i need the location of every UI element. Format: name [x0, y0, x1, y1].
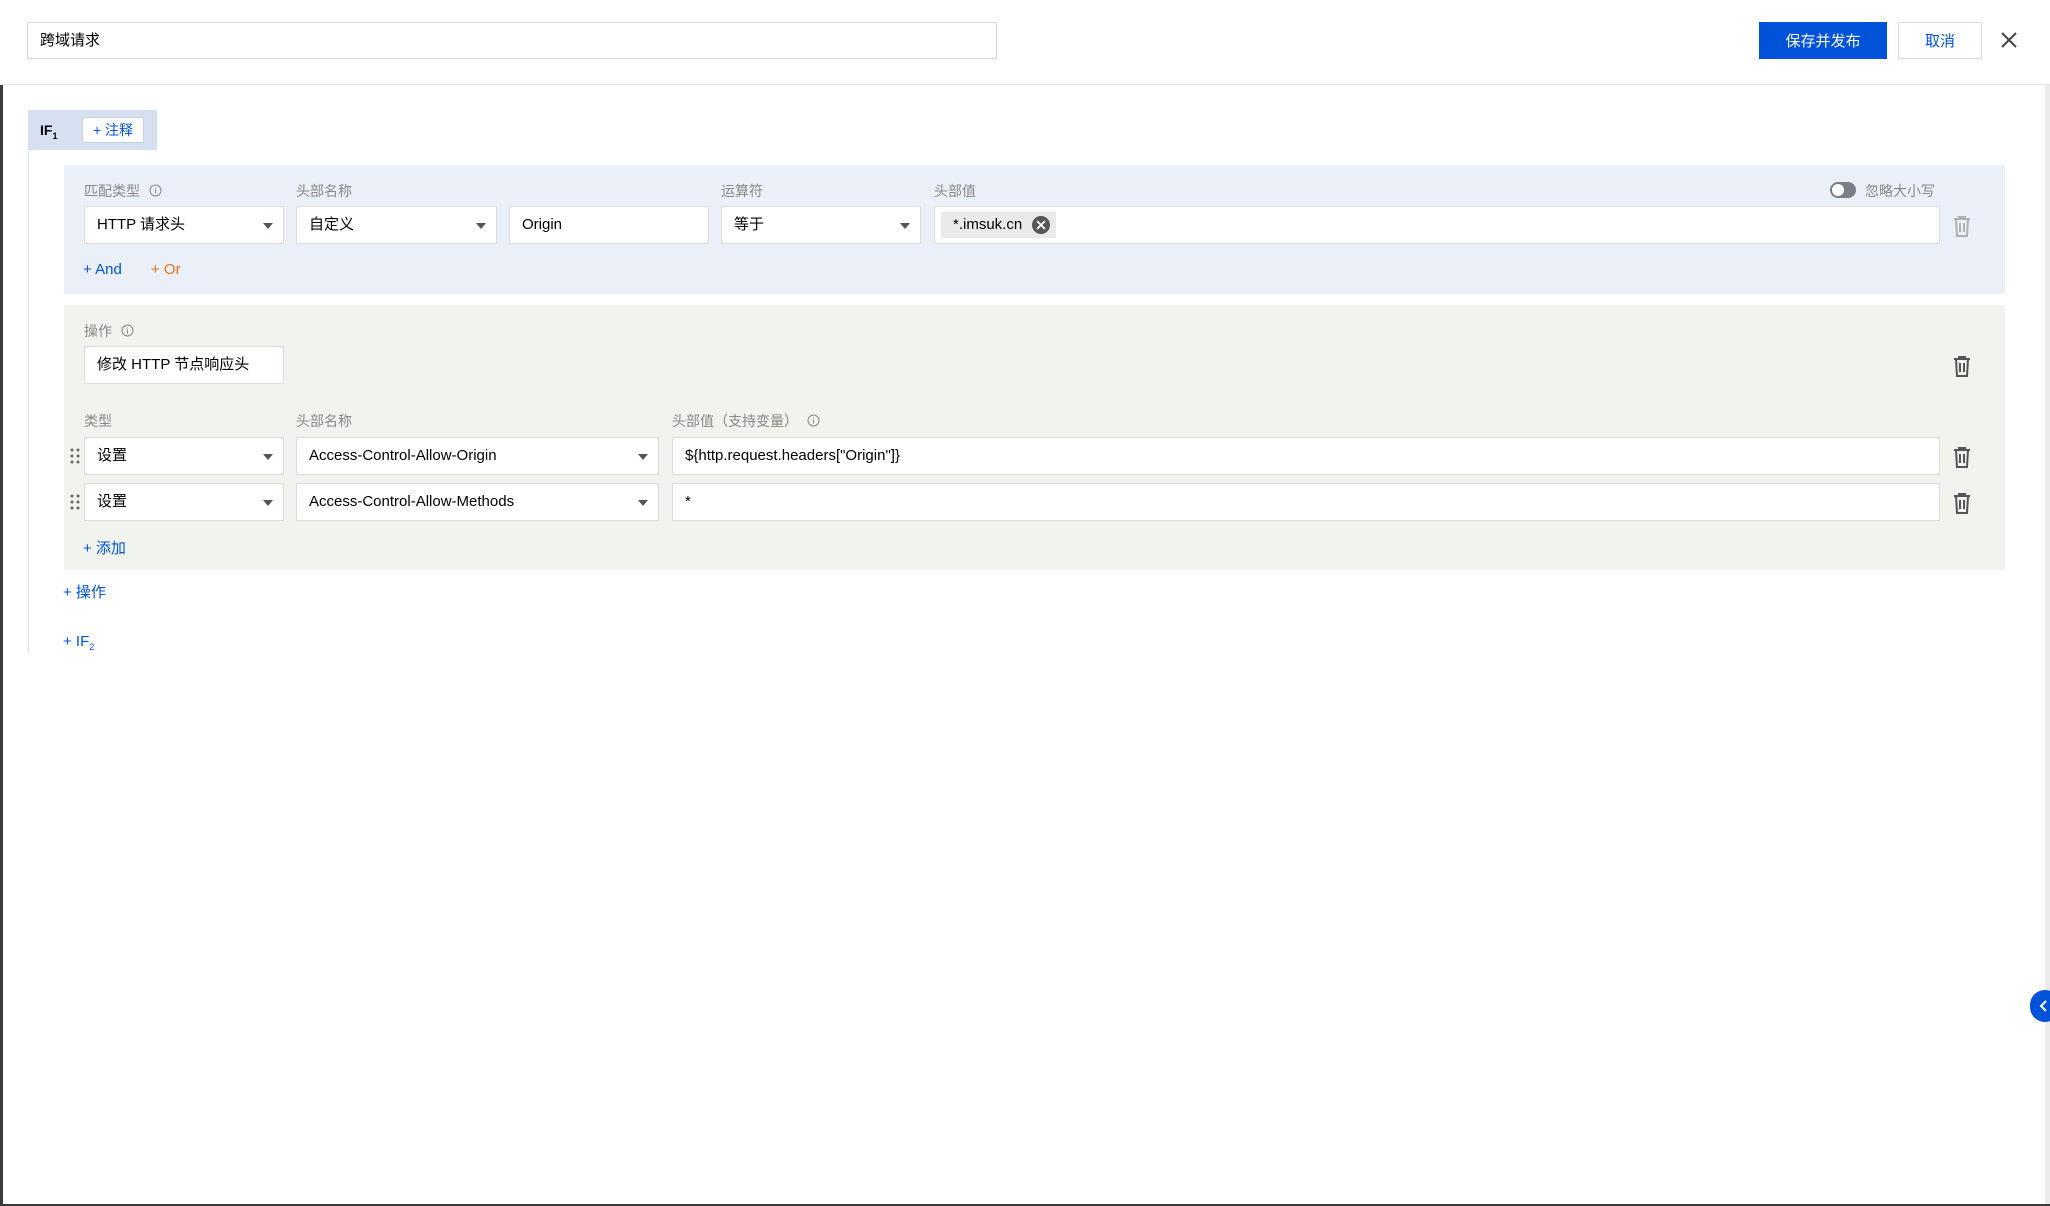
caret-down-icon — [263, 454, 273, 460]
header-name-column-label: 头部名称 — [296, 413, 352, 429]
add-if-link[interactable]: + IF2 — [63, 633, 94, 652]
header-name-value: 自定义 — [309, 216, 355, 233]
add-header-row-link[interactable]: + 添加 — [83, 537, 126, 558]
caret-down-icon — [263, 223, 273, 229]
type-column-label: 类型 — [84, 413, 112, 429]
drag-handle-icon[interactable] — [69, 492, 81, 512]
ignore-case-toggle[interactable] — [1830, 182, 1856, 198]
response-header-name-value: Access-Control-Allow-Methods — [309, 493, 515, 510]
caret-down-icon — [263, 500, 273, 506]
caret-down-icon — [476, 223, 486, 229]
header-name-select[interactable]: 自定义 — [296, 206, 497, 244]
rule-tree-line — [28, 150, 29, 652]
match-type-select[interactable]: HTTP 请求头 — [84, 206, 284, 244]
delete-row-trash-icon[interactable] — [1951, 491, 1973, 515]
side-panel-toggle[interactable] — [2030, 990, 2050, 1022]
tag-text: *.imsuk.cn — [953, 216, 1023, 233]
modal-left-border — [0, 0, 3, 1206]
match-type-value: HTTP 请求头 — [97, 216, 186, 233]
close-icon[interactable] — [1995, 26, 2023, 54]
if-tab: IF1 + 注释 — [28, 110, 157, 150]
match-type-label: 匹配类型 — [84, 181, 162, 201]
header-action-type-select[interactable]: 设置 — [84, 437, 284, 475]
add-and-condition-link[interactable]: + And — [83, 261, 122, 278]
header-value-column-label: 头部值（支持变量） — [672, 411, 820, 431]
caret-down-icon — [900, 223, 910, 229]
scrollbar-track[interactable] — [2045, 84, 2050, 1204]
response-header-value-input[interactable]: ${http.request.headers["Origin"]} — [672, 437, 1940, 475]
action-select[interactable]: 修改 HTTP 节点响应头 — [84, 346, 284, 384]
caret-down-icon — [638, 500, 648, 506]
header-name-label: 头部名称 — [296, 183, 352, 199]
operator-value: 等于 — [734, 216, 765, 233]
save-and-publish-button[interactable]: 保存并发布 — [1759, 22, 1887, 59]
header-value-label: 头部值 — [934, 183, 976, 199]
response-header-name-value: Access-Control-Allow-Origin — [309, 447, 497, 464]
tag-close-icon[interactable] — [1032, 216, 1051, 234]
rule-name-input[interactable]: 跨域请求 — [27, 22, 997, 59]
info-icon[interactable] — [121, 324, 134, 340]
header-action-type-value: 设置 — [97, 493, 128, 510]
info-icon[interactable] — [807, 414, 820, 430]
action-label: 操作 — [84, 321, 134, 341]
response-header-value-input[interactable]: * — [672, 483, 1940, 521]
chevron-left-icon — [2039, 1000, 2047, 1012]
if-label: IF1 — [40, 122, 58, 141]
delete-operation-trash-icon[interactable] — [1951, 354, 1973, 378]
ignore-case-label: 忽略大小写 — [1865, 183, 1935, 199]
response-header-name-select[interactable]: Access-Control-Allow-Methods — [296, 483, 659, 521]
operator-select[interactable]: 等于 — [721, 206, 921, 244]
custom-header-input[interactable]: Origin — [509, 206, 709, 244]
add-or-condition-link[interactable]: + Or — [151, 261, 181, 278]
header-action-type-select[interactable]: 设置 — [84, 483, 284, 521]
drag-handle-icon[interactable] — [69, 446, 81, 466]
header-value-tag: *.imsuk.cn — [941, 212, 1057, 238]
header-action-type-value: 设置 — [97, 447, 128, 464]
editor-header: 跨域请求 保存并发布 取消 — [0, 0, 2050, 85]
add-operation-link[interactable]: + 操作 — [63, 581, 106, 602]
header-value-tag-input[interactable]: *.imsuk.cn — [934, 206, 1940, 244]
operator-label: 运算符 — [721, 183, 763, 199]
add-note-button[interactable]: + 注释 — [82, 117, 144, 143]
toggle-knob — [1832, 184, 1844, 196]
info-icon[interactable] — [149, 184, 162, 200]
cancel-button[interactable]: 取消 — [1898, 22, 1982, 59]
response-header-name-select[interactable]: Access-Control-Allow-Origin — [296, 437, 659, 475]
delete-row-trash-icon[interactable] — [1951, 445, 1973, 469]
caret-down-icon — [638, 454, 648, 460]
delete-condition-trash-icon[interactable] — [1951, 214, 1973, 238]
